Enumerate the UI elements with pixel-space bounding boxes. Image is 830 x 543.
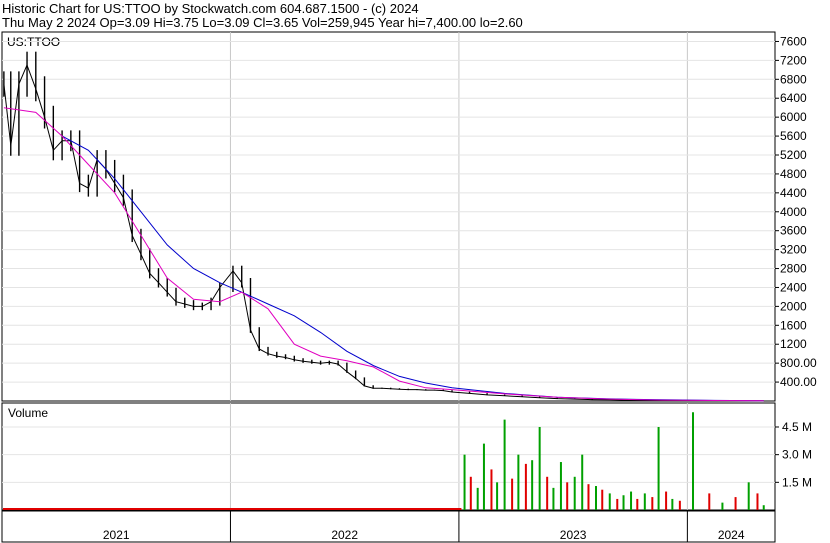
- x-axis-label: 2022: [331, 528, 358, 542]
- price-tick-label: 4400: [780, 186, 807, 200]
- volume-tick-label: 3.0 M: [782, 448, 812, 462]
- x-axis-label: 2024: [718, 528, 745, 542]
- price-tick-label: 2000: [780, 299, 807, 313]
- price-tick-label: 4000: [780, 205, 807, 219]
- price-tick-label: 5600: [780, 129, 807, 143]
- price-tick-label: 1200: [780, 337, 807, 351]
- price-tick-label: 1600: [780, 318, 807, 332]
- price-tick-label: 6000: [780, 110, 807, 124]
- price-line: [3, 63, 764, 402]
- volume-tick-label: 1.5 M: [782, 475, 812, 489]
- price-tick-label: 6400: [780, 91, 807, 105]
- price-bars: [3, 51, 765, 402]
- price-panel-frame: [1, 31, 776, 402]
- price-tick-label: 400.00: [780, 375, 817, 389]
- volume-tick-label: 4.5 M: [782, 420, 812, 434]
- x-axis-label: 2021: [103, 528, 130, 542]
- price-tick-label: 7200: [780, 53, 807, 67]
- ma-short-line: [3, 107, 764, 402]
- price-tick-label: 7600: [780, 34, 807, 48]
- volume-panel-label: Volume: [8, 406, 48, 420]
- price-panel-label: US:TTOO: [7, 35, 60, 49]
- price-tick-label: 4800: [780, 167, 807, 181]
- stock-chart: US:TTOO Volume 7600 7200 6800 6400 6000 5600 5…: [1, 31, 817, 543]
- price-tick-label: 3200: [780, 243, 807, 257]
- price-tick-label: 2800: [780, 262, 807, 276]
- price-tick-label: 3600: [780, 224, 807, 238]
- price-tick-label: 2400: [780, 280, 807, 294]
- x-axis-label: 2023: [560, 528, 587, 542]
- price-tick-label: 6800: [780, 72, 807, 86]
- price-tick-label: 800.00: [780, 356, 817, 370]
- price-tick-label: 5200: [780, 148, 807, 162]
